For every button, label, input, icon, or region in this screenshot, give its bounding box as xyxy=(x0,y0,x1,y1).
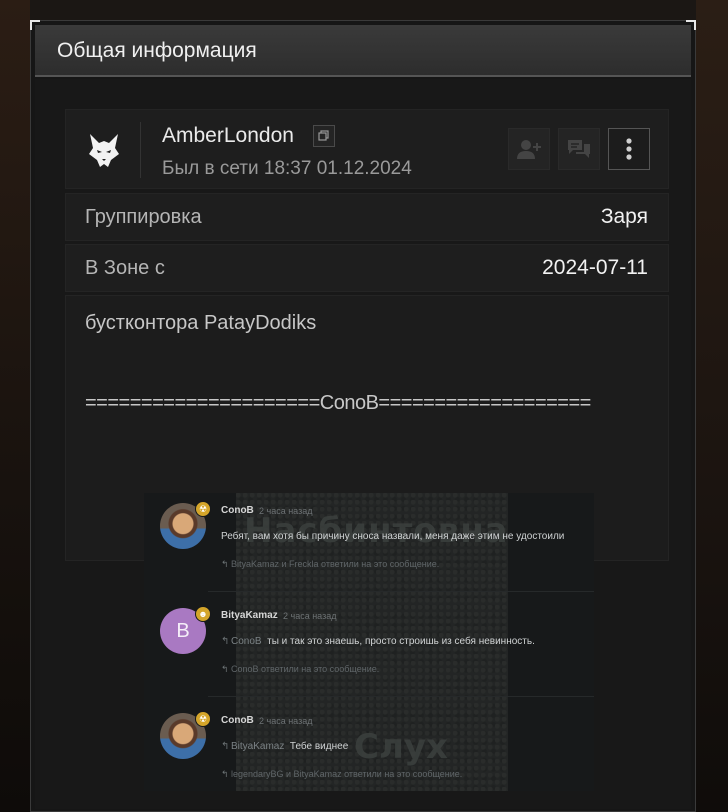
comment: ☢ ConoB 2 часа назад Ребят, вам хотя бы … xyxy=(144,499,594,599)
comment-body: Тебе виднее xyxy=(289,741,349,752)
comment-text: ↰ ConoB ты и так это знаешь, просто строи… xyxy=(221,636,535,647)
reply-arrow-icon: ↰ xyxy=(221,636,230,647)
more-vertical-icon xyxy=(626,138,632,160)
vertical-divider xyxy=(140,122,141,178)
info-row-label: Группировка xyxy=(85,206,202,228)
comment-time: 2 часа назад xyxy=(283,611,337,621)
background-left xyxy=(0,0,30,812)
wolf-head-icon xyxy=(84,130,124,170)
reply-arrow-icon: ↰ xyxy=(221,664,229,674)
comment-replies: ↰ ConoB ответили на это сообщение. xyxy=(221,664,379,675)
comment-time: 2 часа назад xyxy=(259,506,313,516)
profile-card: AmberLondon Был в сети 18:37 01.12.2024 xyxy=(65,109,669,189)
copy-icon xyxy=(318,130,329,141)
info-row-value: Заря xyxy=(600,205,648,228)
divider xyxy=(208,591,594,592)
comment-author: ConoB xyxy=(221,505,254,516)
comment-text: ↰ BityaKamaz Тебе виднее xyxy=(221,741,348,752)
comment-replies-text: ConoB ответили на это сообщение. xyxy=(231,664,380,674)
about-text: бустконтора PatayDodiks xyxy=(85,312,317,334)
comment-text: Ребят, вам хотя бы причину сноса назвали… xyxy=(221,531,565,542)
panel-title: Общая информация xyxy=(57,39,257,62)
info-row-zone-since: В Зоне с 2024-07-11 xyxy=(65,244,669,292)
reply-to-author: BityaKamaz xyxy=(231,741,285,752)
panel-header: Общая информация xyxy=(35,25,691,77)
reply-arrow-icon: ↰ xyxy=(221,559,229,569)
more-options-button[interactable] xyxy=(608,128,650,170)
add-friend-icon xyxy=(517,140,541,159)
comment-replies: ↰ BityaKamaz и Freckla ответили на это со… xyxy=(221,559,439,570)
last-seen-status: Был в сети 18:37 01.12.2024 xyxy=(162,158,412,179)
reply-arrow-icon: ↰ xyxy=(221,741,230,752)
chat-bubbles-icon xyxy=(568,140,590,158)
info-row-faction: Группировка Заря xyxy=(65,193,669,241)
panel-content: AmberLondon Был в сети 18:37 01.12.2024 xyxy=(35,79,691,809)
embedded-screenshot: Насбинтовна Слух ☢ ConoB 2 часа назад Ре… xyxy=(144,493,594,791)
radiation-badge-icon: ☢ xyxy=(195,711,211,727)
comment-author: ConoB xyxy=(221,715,254,726)
reply-arrow-icon: ↰ xyxy=(221,769,229,779)
username: AmberLondon xyxy=(162,124,294,147)
comment-author: BityaKamaz xyxy=(221,610,278,621)
comment-replies-text: legendaryBG и BityaKamaz ответили на это… xyxy=(231,769,463,779)
copy-button[interactable] xyxy=(313,125,335,147)
reply-to-author: ConoB xyxy=(231,636,262,647)
comment-replies-text: BityaKamaz и Freckla ответили на это соо… xyxy=(231,559,440,569)
info-row-label: В Зоне с xyxy=(85,257,165,279)
divider xyxy=(208,696,594,697)
comment-body: ты и так это знаешь, просто строишь из с… xyxy=(267,636,535,647)
about-text: =====================ConoB==============… xyxy=(85,392,591,414)
add-friend-button[interactable] xyxy=(508,128,550,170)
info-row-value: 2024-07-11 xyxy=(542,256,648,279)
radiation-badge-icon: ☢ xyxy=(195,501,211,517)
background-right xyxy=(696,0,728,812)
comment: B ☻ BityaKamaz 2 часа назад ↰ ConoB ты и … xyxy=(144,604,594,704)
general-info-panel: Общая информация AmberLondon Был в сети … xyxy=(30,20,696,812)
message-button[interactable] xyxy=(558,128,600,170)
skull-badge-icon: ☻ xyxy=(195,606,211,622)
comment-replies: ↰ legendaryBG и BityaKamaz ответили на эт… xyxy=(221,769,462,780)
comment-time: 2 часа назад xyxy=(259,716,313,726)
comment: ☢ ConoB 2 часа назад ↰ BityaKamaz Тебе ви… xyxy=(144,709,594,791)
